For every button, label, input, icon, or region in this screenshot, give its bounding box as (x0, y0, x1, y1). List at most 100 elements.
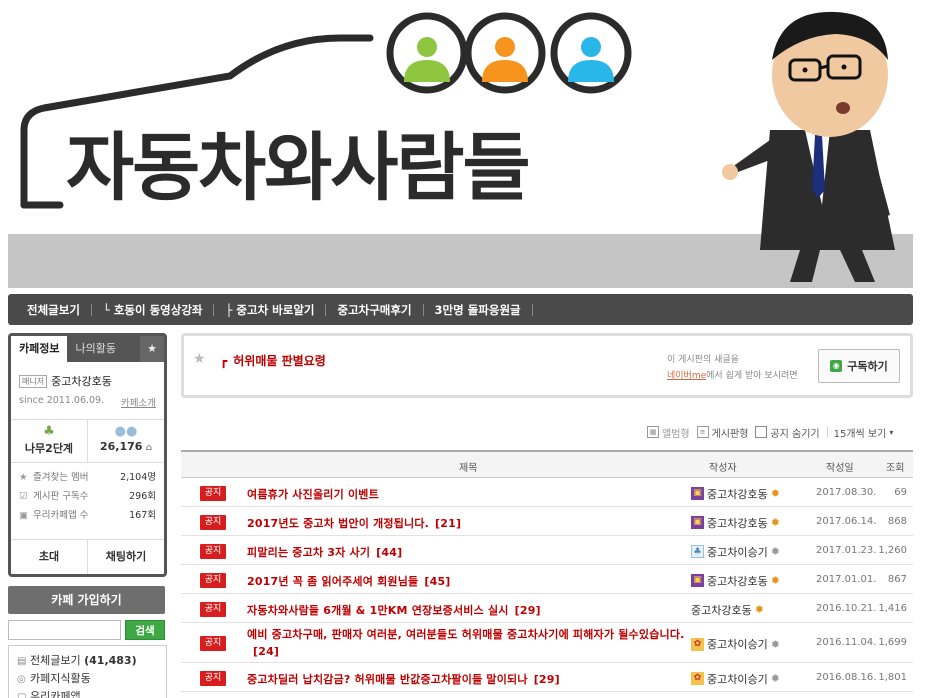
invite-button[interactable]: 초대 (11, 540, 87, 574)
manager-row: 매니저 중고차강호동 (11, 362, 164, 389)
rss-icon: ◉ (830, 360, 843, 372)
tab-my-activity[interactable]: 나의활동 (67, 336, 123, 362)
post-subject-text: 2017년 꼭 좀 읽어주세여 회원님들 (247, 574, 419, 588)
post-author[interactable]: ▣ 중고차강호동 ✹ (691, 486, 780, 502)
hide-notice-toggle[interactable]: 공지 숨기기 (755, 425, 820, 440)
cafe-level[interactable]: ♣ 나무2단계 (11, 420, 87, 462)
table-row[interactable]: 공지 2017년도 중고차 법안이 개정됩니다. [21] ▣ 중고차강호동 ✹ 2017.… (181, 507, 913, 536)
tab-cafe-info[interactable]: 카페정보 (11, 336, 68, 362)
join-cafe-button[interactable]: 카페 가입하기 (8, 586, 165, 614)
comment-count[interactable]: [45] (424, 575, 450, 588)
comment-count[interactable]: [21] (435, 517, 461, 530)
post-author[interactable]: ✿ 중고차이승기 ✹ (691, 671, 780, 687)
list-icon: ▤ (17, 656, 27, 667)
table-row[interactable]: 공지 여름휴가 사진올리기 이벤트 ▣ 중고차강호동 ✹ 2017.08.30. 69 (181, 478, 913, 507)
post-views: 867 (887, 573, 907, 585)
table-row[interactable]: 공지 피말리는 중고차 3자 사기 [44] ♣ 중고차이승기 ✹ 2017.01.23. 1… (181, 536, 913, 565)
favorite-star-icon[interactable]: ★ (140, 336, 164, 362)
cafe-small-stats: ★ 즐겨찾는 멤버 2,104명 ☑ 게시판 구독수 296회 ▣ 우리카페앱 수 1… (11, 463, 164, 530)
staff-badge-icon: ✹ (770, 487, 780, 500)
author-name: 중고차강호동 (707, 574, 768, 588)
comment-count[interactable]: [44] (376, 546, 402, 559)
post-subject-link[interactable]: 2017년도 중고차 법안이 개정됩니다. [21] (247, 515, 461, 531)
board-header: ★ ┏ 허위매물 판별요령 이 게시판의 새글을 네이버me에서 쉽게 받아 보시… (181, 333, 913, 398)
side-menu-all-posts[interactable]: ▤ 전체글보기 (41,483) (17, 652, 158, 670)
members-icon: ●● (114, 424, 138, 439)
board-view-toggle[interactable]: ≡ 게시판형 (696, 425, 748, 440)
menu-purchase-reviews[interactable]: 중고차구매후기 (326, 302, 422, 318)
search-button[interactable]: 검색 (125, 620, 165, 640)
since-date: since 2011.06.09. (19, 395, 105, 406)
table-row[interactable]: 공지 2017년 꼭 좀 읽어주세여 회원님들 [45] ▣ 중고차강호동 ✹ 2017.0… (181, 565, 913, 594)
post-subject-link[interactable]: 자동차와사람들 6개월 & 1만KM 연장보증서비스 실시 [29] (247, 602, 541, 618)
app-icon: ▢ (17, 692, 27, 698)
knowledge-icon: ◎ (17, 674, 26, 685)
menu-cheer-posts[interactable]: 3만명 돌파응원글 (424, 302, 532, 318)
table-row[interactable]: 공지 중고차딜러 납치감금? 허위매물 반값중고차팔이들 말이되나 [29] ✿ 중고차… (181, 663, 913, 692)
notice-badge: 공지 (200, 670, 226, 686)
post-author[interactable]: ✿ 중고차이승기 ✹ (691, 636, 780, 652)
post-author[interactable]: 중고차강호동 ✹ (691, 602, 764, 618)
post-author[interactable]: ♣ 중고차이승기 ✹ (691, 544, 780, 560)
post-subject-link[interactable]: 예비 중고차구매, 판매자 여러분, 여러분들도 허위매물 중고차사기에 피해자… (247, 626, 691, 660)
subscribe-button[interactable]: ◉ 구독하기 (818, 349, 900, 383)
cafe-level-label: 나무2단계 (24, 442, 74, 455)
post-author[interactable]: ▣ 중고차강호동 ✹ (691, 573, 780, 589)
person-icon-orange (464, 12, 546, 94)
member-level-icon: ▣ (691, 487, 704, 500)
cafe-search-input[interactable] (8, 620, 121, 640)
menu-video-lectures[interactable]: └ 호동이 동영상강좌 (92, 302, 214, 318)
board-favorite-star-icon[interactable]: ★ (193, 351, 206, 367)
album-view-toggle[interactable]: ▦ 앨범형 (647, 425, 690, 440)
cafe-banner: 자동차와사람들 (0, 0, 928, 290)
menu-used-car-guide[interactable]: ├ 중고차 바로알기 (214, 302, 325, 318)
manager-name[interactable]: 중고차강호동 (51, 373, 112, 389)
cafe-intro-link[interactable]: 카페소개 (121, 395, 156, 409)
post-date: 2017.01.23. (816, 544, 877, 556)
stat-label: 우리카페앱 수 (33, 510, 89, 521)
post-subject-text: 예비 중고차구매, 판매자 여러분, 여러분들도 허위매물 중고차사기에 피해자… (247, 628, 685, 641)
header-author: 작성자 (709, 463, 737, 474)
comment-count[interactable]: [29] (515, 604, 541, 617)
post-date: 2016.10.21. (816, 602, 877, 614)
album-view-label: 앨범형 (662, 428, 690, 440)
post-author[interactable]: ▣ 중고차강호동 ✹ (691, 515, 780, 531)
staff-badge-icon: ✹ (754, 603, 764, 616)
menu-all-posts[interactable]: 전체글보기 (16, 302, 91, 318)
chat-button[interactable]: 채팅하기 (87, 540, 164, 574)
member-count: 26,176 (99, 440, 143, 453)
staff-badge-icon: ✹ (770, 672, 780, 685)
table-row[interactable]: 공지 예비 중고차구매, 판매자 여러분, 여러분들도 허위매물 중고차사기에 피… (181, 623, 913, 663)
since-row: since 2011.06.09. 카페소개 (11, 389, 164, 409)
side-menu-knowledge[interactable]: ◎ 카페지식활동 (17, 670, 158, 688)
post-subject-text: 자동차와사람들 6개월 & 1만KM 연장보증서비스 실시 (247, 603, 509, 617)
side-menu-app[interactable]: ▢ 우리카페앱 (17, 688, 158, 698)
author-name: 중고차강호동 (691, 603, 752, 617)
author-name: 중고차강호동 (707, 516, 768, 530)
post-subject-link[interactable]: 여름휴가 사진올리기 이벤트 (247, 486, 379, 502)
stat-value: 2,104명 (120, 472, 156, 483)
subscribe-info-line2: 에서 쉽게 받아 보시려면 (706, 371, 798, 381)
side-menu-label: 우리카페앱 (30, 690, 81, 698)
cafe-members[interactable]: ●● 26,176 ⌂ (87, 420, 164, 462)
tree-level-icon: ♣ (43, 424, 55, 439)
cartoon-man-illustration (722, 11, 895, 282)
per-page-select[interactable]: 15개씩 보기 ▾ (834, 425, 894, 440)
post-subject-link[interactable]: 피말리는 중고차 3자 사기 [44] (247, 544, 402, 560)
stat-row: ★ 즐겨찾는 멤버 2,104명 (19, 468, 156, 487)
manager-badge: 매니저 (19, 374, 48, 388)
member-level-icon: ✿ (691, 637, 704, 651)
naver-me-link[interactable]: 네이버me (667, 371, 706, 381)
member-level-icon: ♣ (691, 545, 704, 558)
side-menu-label: 전체글보기 (30, 654, 81, 667)
comment-count[interactable]: [29] (534, 673, 560, 686)
hide-notice-checkbox[interactable] (755, 426, 768, 438)
post-subject-link[interactable]: 중고차딜러 납치감금? 허위매물 반값중고차팔이들 말이되나 [29] (247, 671, 560, 687)
cafe-tabs: 카페정보 나의활동 ★ (11, 336, 164, 362)
post-subject-text: 2017년도 중고차 법안이 개정됩니다. (247, 516, 430, 530)
post-views: 868 (887, 515, 907, 527)
comment-count[interactable]: [24] (253, 645, 279, 658)
author-name: 중고차이승기 (707, 545, 768, 559)
table-row[interactable]: 공지 자동차와사람들 6개월 & 1만KM 연장보증서비스 실시 [29] 중고차강호… (181, 594, 913, 623)
post-subject-link[interactable]: 2017년 꼭 좀 읽어주세여 회원님들 [45] (247, 573, 451, 589)
